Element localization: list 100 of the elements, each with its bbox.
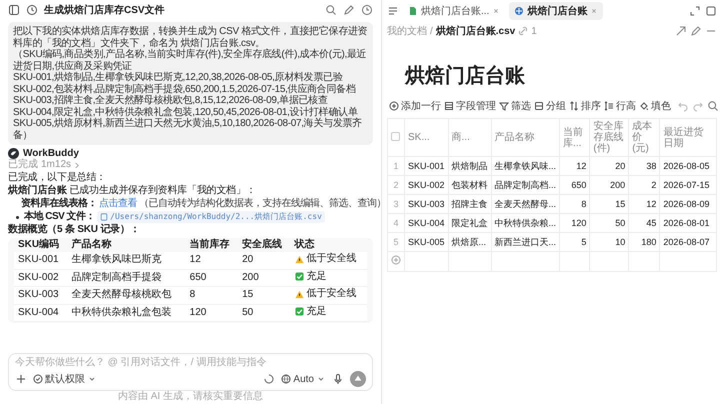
microphone-icon[interactable] <box>332 373 344 385</box>
bullet-label: 本地 CSV 文件： <box>24 211 96 223</box>
table-cell: 5 <box>560 232 590 252</box>
sort-icon <box>569 101 579 111</box>
table-cell: 15 <box>238 286 291 304</box>
toolbar-button[interactable]: 筛选 <box>499 99 531 113</box>
column-header: 产品名称 <box>68 238 186 252</box>
history-icon[interactable] <box>26 4 38 16</box>
pen-icon[interactable] <box>690 25 702 37</box>
table-cell: 15 <box>590 194 629 214</box>
table-cell: SKU-004 <box>404 214 448 232</box>
filter-icon <box>499 101 509 111</box>
loading-icon <box>263 373 276 385</box>
table-cell: 中秋特供杂粮礼盒包装 <box>68 304 186 322</box>
table-cell: 招牌主食 <box>448 194 492 214</box>
sidebar-icon[interactable] <box>8 4 20 16</box>
plus-icon[interactable] <box>15 373 27 385</box>
search-icon[interactable] <box>325 4 337 16</box>
table-cell: 烘焙制品 <box>448 156 492 176</box>
document-icon <box>408 6 418 16</box>
table-cell: 2026-08-05 <box>660 156 716 176</box>
table-cell: 生椰拿铁风味... <box>491 156 560 176</box>
document-tab[interactable]: 烘焙门店台账... <box>403 2 506 20</box>
table-cell: 全麦天然酵母核桃欧包 <box>68 286 186 304</box>
status-text: 已完成 <box>8 159 38 171</box>
close-icon[interactable] <box>590 7 598 15</box>
row-number: 4 <box>388 214 404 232</box>
table-cell: 10 <box>590 232 629 252</box>
column-header: SKU编码 <box>14 238 68 252</box>
duration-text: 1m12s <box>41 159 72 171</box>
toolbar-button[interactable]: 行高 <box>604 99 636 113</box>
table-cell: 包装材料 <box>448 176 492 194</box>
user-message: 把以下我的实体烘焙店库存数据，转换并生成为 CSV 格式文件，直接把它保存进资料库的「我的文档」文件夹下，命名为 烘焙门店台账.csv。 （SKU编码,商品类别,产品名称,当前实时库存(件),安全库存底线(件),成本价(元),最近进货日期,供应商及采购凭证 SKU-001,烘焙制品,生椰拿铁风味巴斯克,12,20,38,2026-08-05,原材料发票已验 SKU-002,包装材料,品牌定制高档手提袋,650,200,1.5,2026-07-15,供应商合同备档 SKU-003,招牌主食,全麦天然酵母核桃欧包,8,15,12,2026-08-09,单据已核查 SKU-004,限定礼盒,中秋特供杂粮礼盒包装,120,50,45,2026-08-01,设计打样确认单 SKU-005,烘焙原材料,新西兰进口天然无水黄油,5,10,180,2026-08-07,海关与发票齐备） <box>8 22 373 145</box>
table-cell: 烘焙原... <box>448 232 492 252</box>
column-header: 安全底线 <box>238 238 291 252</box>
table-cell: 全麦天然酵母... <box>491 194 560 214</box>
bot-avatar-icon <box>8 148 19 159</box>
bullet-label: 资料库在线表格： <box>21 198 97 210</box>
table-cell: 2026-08-09 <box>660 194 716 214</box>
add-circle-icon <box>389 101 399 111</box>
toolbar-button[interactable]: 排序 <box>569 99 601 113</box>
table-cell: 45 <box>628 214 660 232</box>
table-cell: 8 <box>560 194 590 214</box>
table-cell: 限定礼盒 <box>448 214 492 232</box>
table-cell: 中秋特供杂粮... <box>491 214 560 232</box>
file-icon <box>100 213 108 221</box>
table-cell: 650 <box>186 269 238 286</box>
table-cell: SKU-004 <box>14 304 68 322</box>
model-dropdown[interactable]: Auto <box>281 374 326 384</box>
clock-icon[interactable] <box>361 4 373 16</box>
row-number: 5 <box>388 232 404 252</box>
chat-title: 生成烘焙门店库存CSV文件 <box>44 3 165 17</box>
table-cell: 品牌定制高档... <box>491 176 560 194</box>
bullet-note: （已自动转为结构化数据表，支持在线编辑、筛选、查询） <box>139 198 386 210</box>
table-cell: 品牌定制高档手提袋 <box>68 269 186 286</box>
table-cell: 50 <box>590 214 629 232</box>
table-cell: 50 <box>238 304 291 322</box>
table-cell: 生椰拿铁风味巴斯克 <box>68 252 186 269</box>
link-count: 1 <box>531 26 537 36</box>
close-icon[interactable] <box>492 7 500 15</box>
table-cell: 8 <box>186 286 238 304</box>
table-cell: 12 <box>560 156 590 176</box>
table-cell: 12 <box>628 194 660 214</box>
toolbar-button[interactable]: 添加一行 <box>389 99 441 113</box>
table-cell: 2026-07-15 <box>660 176 716 194</box>
table-cell: 2 <box>628 176 660 194</box>
document-tab[interactable]: 烘焙门店台账 <box>509 2 604 20</box>
table-cell: SKU-001 <box>404 156 448 176</box>
saved-note: 烘焙门店台账 已成功生成并保存到资料库「我的文档」： <box>8 185 257 197</box>
chevron-icon[interactable] <box>74 162 80 168</box>
table-cell: SKU-003 <box>14 286 68 304</box>
toolbar-button[interactable]: 分组 <box>534 99 566 113</box>
add-row-icon[interactable] <box>391 255 401 265</box>
select-all-checkbox[interactable] <box>391 132 400 140</box>
send-button[interactable] <box>350 371 366 387</box>
permission-dropdown[interactable]: 默认权限 <box>33 372 97 386</box>
menu-icon[interactable] <box>387 5 399 17</box>
toolbar-button[interactable]: 字段管理 <box>444 99 496 113</box>
window-icon[interactable] <box>705 5 717 17</box>
table-cell: SKU-001 <box>14 252 68 269</box>
share-icon[interactable] <box>675 25 687 37</box>
breadcrumb-file: 烘焙门店台账.csv <box>436 24 516 38</box>
disclaimer-text: 内容由 AI 生成，请核实重要信息 <box>116 391 264 403</box>
link-icon <box>518 26 528 36</box>
view-link[interactable]: 点击查看 <box>99 198 137 210</box>
expand-icon[interactable] <box>689 5 701 17</box>
list-icon <box>444 101 454 111</box>
table-cell: 2026-08-01 <box>660 214 716 232</box>
table-cell: 200 <box>590 176 629 194</box>
column-header: 当前库存 <box>186 238 238 252</box>
document-title: 烘焙门店台账 <box>405 64 526 89</box>
column-header: 状态 <box>290 238 367 252</box>
breadcrumb-separator: / <box>430 26 433 36</box>
toolbar-button[interactable]: 填色 <box>639 99 671 113</box>
status-cell: 低于安全线 <box>294 288 357 300</box>
table-cell: 2026-08-07 <box>660 232 716 252</box>
search-icon[interactable] <box>707 100 719 112</box>
table-cell: SKU-005 <box>404 232 448 252</box>
table-cell: 12 <box>186 252 238 269</box>
pen-icon[interactable] <box>343 4 355 16</box>
